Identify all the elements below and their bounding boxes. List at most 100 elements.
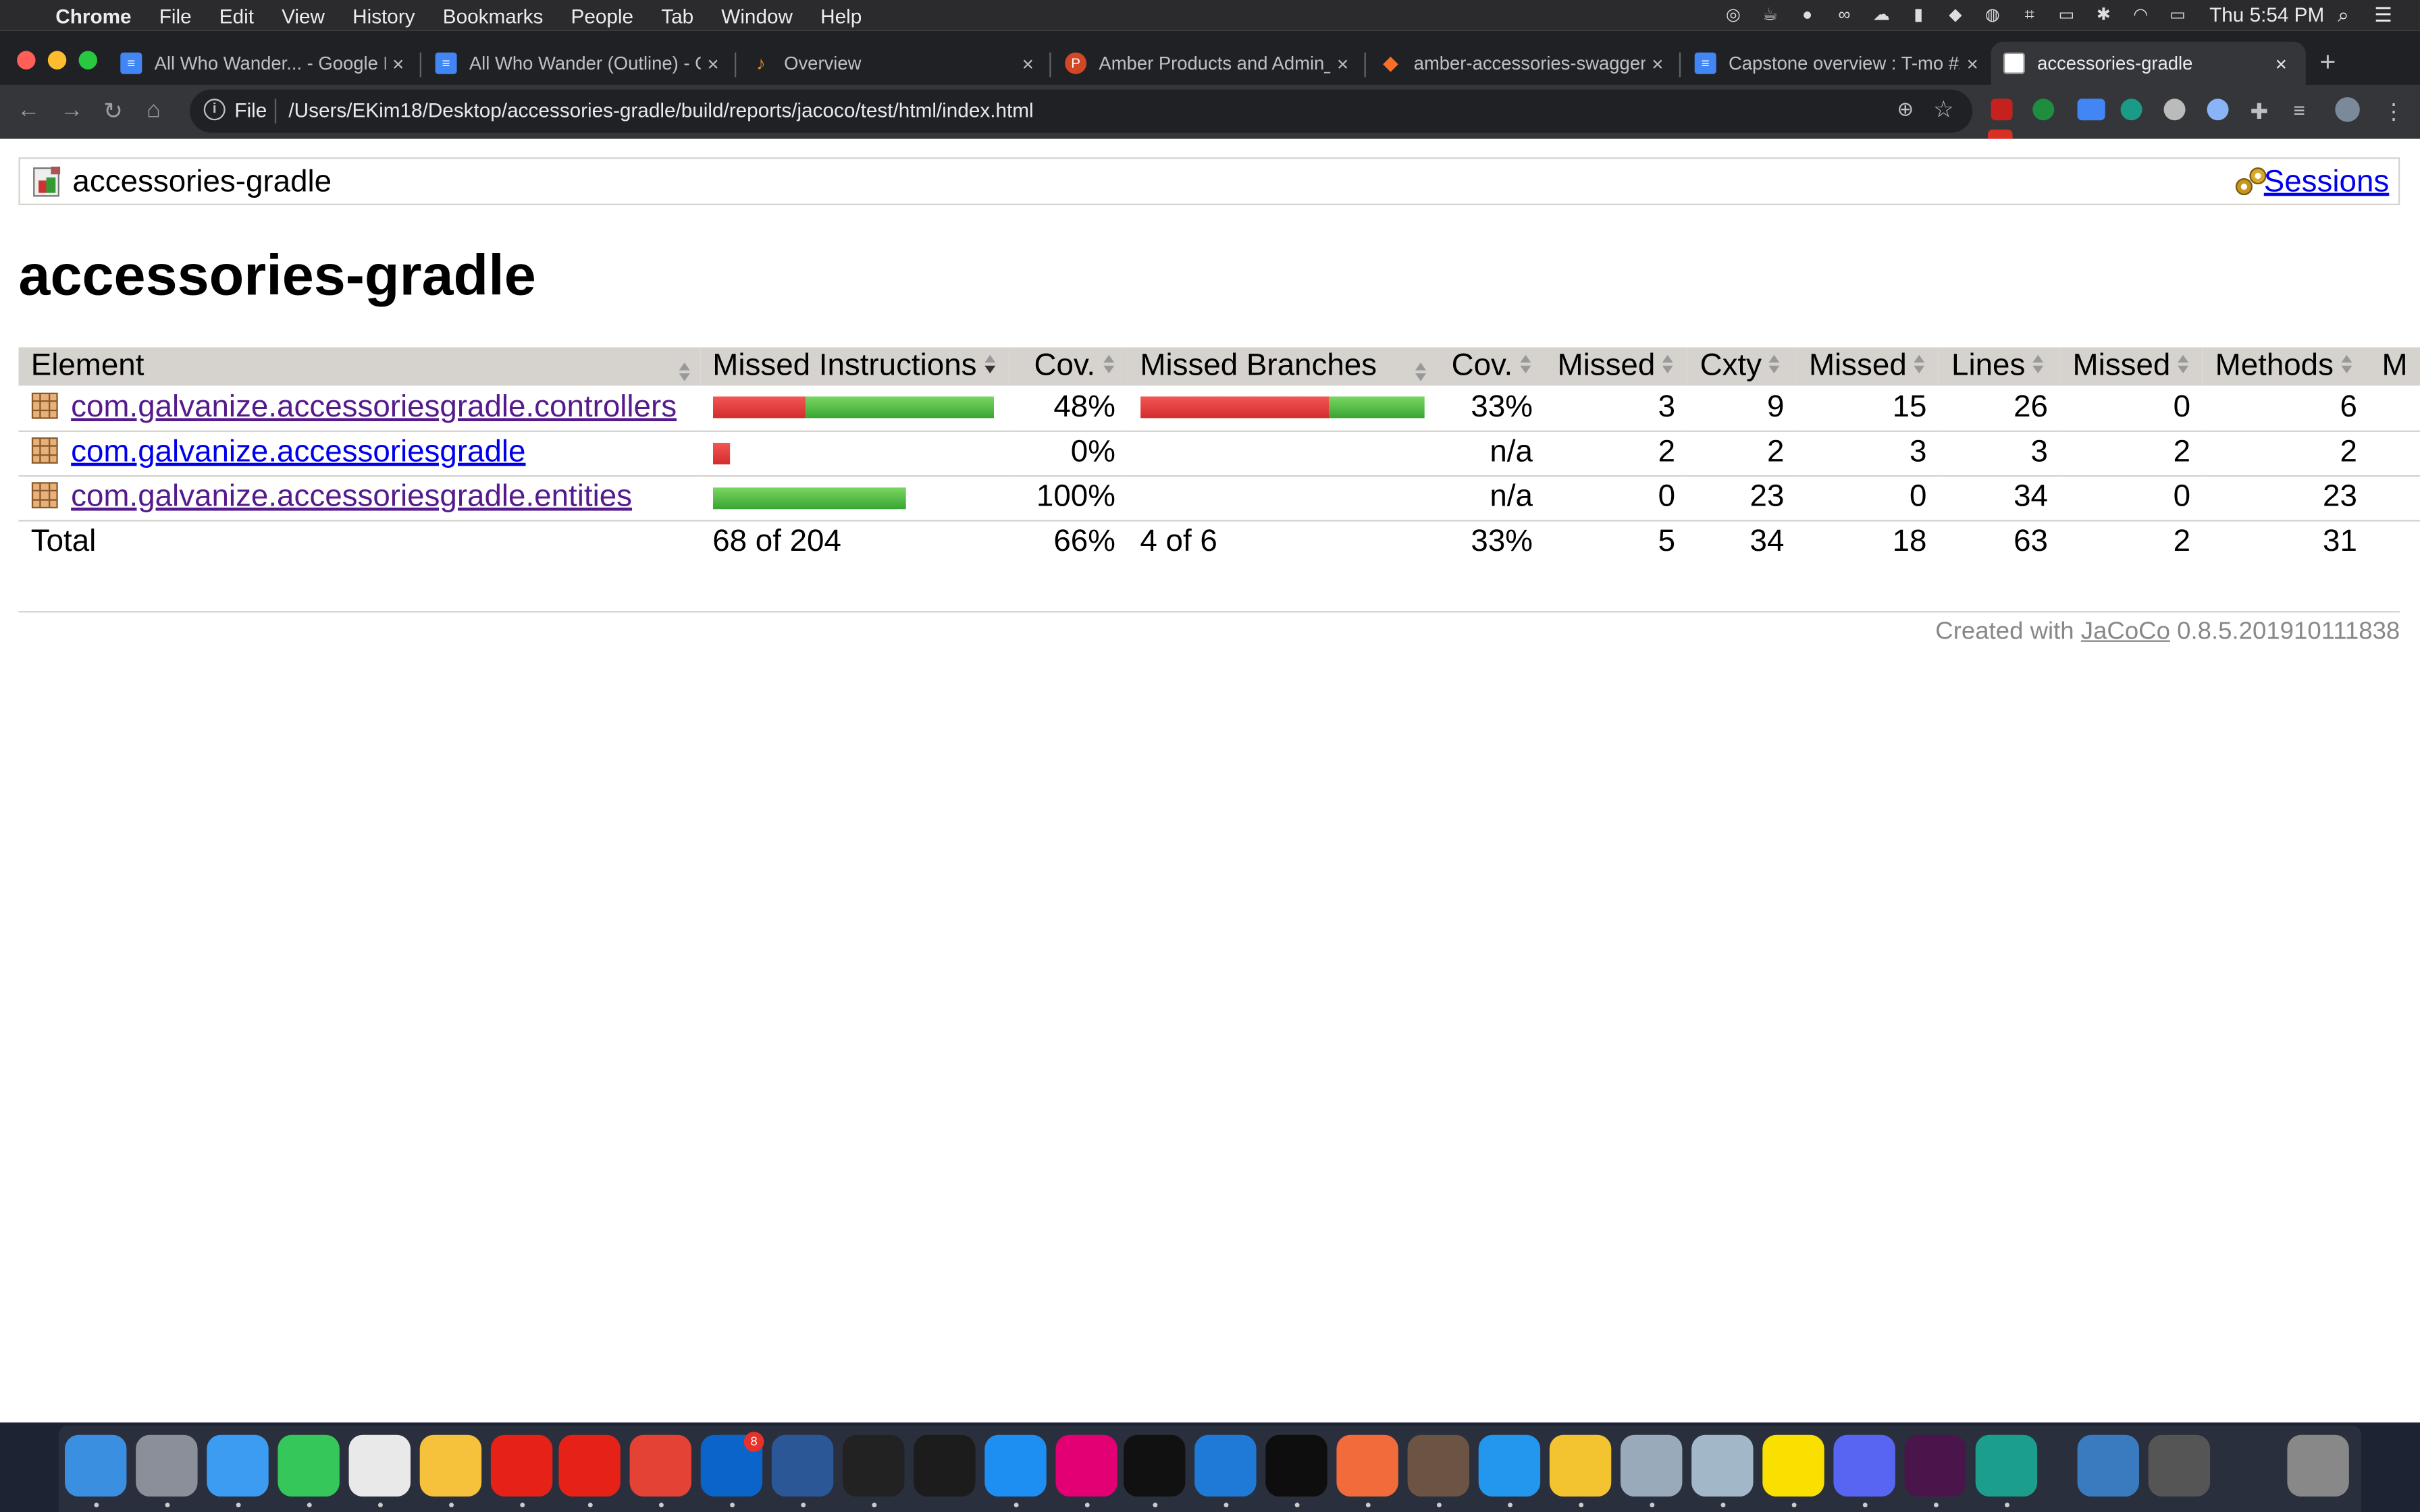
package-link[interactable]: com.galvanize.accessoriesgradle.entities — [71, 480, 632, 514]
notification-center-icon[interactable]: ☰ — [2374, 3, 2392, 28]
tab-amber-swagger[interactable]: ◆ amber-accessories-swagger × — [1373, 42, 1676, 85]
dock-postman-icon[interactable] — [1336, 1434, 1398, 1497]
dock-gmail-icon[interactable] — [629, 1434, 691, 1497]
dock-vs-code-icon[interactable] — [1194, 1434, 1257, 1497]
col-cxty[interactable]: Cxty — [1687, 347, 1797, 386]
tab-google-doc-1[interactable]: ≡ All Who Wander... - Google Do × — [114, 42, 417, 85]
reload-button[interactable]: ↻ — [103, 97, 123, 125]
close-window-button[interactable] — [17, 51, 36, 70]
dock-docker-icon[interactable] — [1478, 1434, 1541, 1497]
zoom-window-button[interactable] — [78, 51, 97, 70]
dock-word-icon[interactable] — [771, 1434, 834, 1497]
tab-close-icon[interactable]: × — [1330, 52, 1355, 75]
dock-keep-icon[interactable] — [419, 1434, 482, 1497]
zoom-icon[interactable]: ⊕ — [1897, 97, 1914, 122]
minimize-window-button[interactable] — [47, 51, 67, 70]
menu-view[interactable]: View — [282, 4, 325, 27]
dock-chrome-icon[interactable] — [348, 1434, 411, 1497]
dock-launchpad-icon[interactable] — [136, 1434, 198, 1497]
chrome-menu-icon[interactable]: ⋮ — [2383, 99, 2404, 124]
home-button[interactable]: ⌂ — [147, 97, 161, 124]
dock-kindle-icon[interactable] — [842, 1434, 905, 1497]
col-methods[interactable]: Methods — [2203, 347, 2370, 386]
status-icon[interactable]: ☕ — [1760, 6, 1781, 24]
tab-amber-products[interactable]: P Amber Products and Admin_w × — [1059, 42, 1361, 85]
status-icon[interactable]: ◎ — [1722, 6, 1744, 24]
record-extension-icon[interactable] — [2163, 99, 2186, 121]
col-instr-cov[interactable]: Cov. — [1009, 347, 1128, 386]
spotlight-icon[interactable]: ⌕ — [2338, 3, 2349, 28]
dock-intellij-idea-icon[interactable] — [1265, 1434, 1327, 1497]
dock-youtube-icon[interactable] — [490, 1434, 553, 1497]
menu-help[interactable]: Help — [820, 4, 862, 27]
dock-downloads-icon[interactable] — [2077, 1434, 2139, 1497]
address-bar[interactable]: i File /Users/EKim18/Desktop/accessories… — [190, 89, 1973, 133]
menu-history[interactable]: History — [352, 4, 415, 27]
col-missed-cxty[interactable]: Missed — [1545, 347, 1688, 386]
dock-cyberduck-icon[interactable] — [1549, 1434, 1612, 1497]
dock-finder-icon[interactable] — [64, 1434, 127, 1497]
dock-messages-icon[interactable] — [207, 1434, 269, 1497]
grammarly-extension-icon[interactable] — [2120, 99, 2142, 121]
bluetooth-icon[interactable]: ✱ — [2093, 6, 2114, 24]
dock-discord-icon[interactable] — [1833, 1434, 1895, 1497]
tab-close-icon[interactable]: × — [2269, 52, 2294, 75]
dock-safari-icon[interactable] — [1975, 1434, 2038, 1497]
airplay-icon[interactable]: ▭ — [2056, 6, 2078, 24]
dock-keychain-icon[interactable] — [1620, 1434, 1683, 1497]
col-element[interactable]: Element — [18, 347, 700, 386]
dock-slack-icon[interactable] — [1904, 1434, 1966, 1497]
dock-app-store-icon[interactable] — [984, 1434, 1047, 1497]
dock-facetime-icon[interactable] — [278, 1434, 340, 1497]
alert-icon[interactable]: ◆ — [1945, 6, 1966, 24]
menu-bookmarks[interactable]: Bookmarks — [443, 4, 544, 27]
glasses-icon[interactable]: ∞ — [1833, 6, 1855, 24]
col-missed-lines[interactable]: Missed — [1796, 347, 1939, 386]
wifi-icon[interactable]: ◠ — [2130, 6, 2151, 24]
tab-close-icon[interactable]: × — [701, 52, 726, 75]
bookmark-star-icon[interactable]: ☆ — [1933, 96, 1954, 124]
col-lines[interactable]: Lines — [1939, 347, 2061, 386]
hangouts-extension-icon[interactable] — [2032, 99, 2055, 121]
chat-icon[interactable]: ● — [1797, 6, 1818, 24]
sessions-link[interactable]: Sessions — [2264, 165, 2389, 201]
tab-accessories-gradle[interactable]: accessories-gradle × — [1991, 41, 2306, 85]
dock-quicktime-icon[interactable] — [914, 1434, 976, 1497]
new-tab-button[interactable]: + — [2319, 47, 2336, 79]
extension-icon[interactable] — [2207, 99, 2229, 121]
url-text[interactable]: /Users/EKim18/Desktop/accessories-gradle… — [288, 99, 1033, 122]
tab-close-icon[interactable]: × — [1016, 52, 1041, 75]
media-control-icon[interactable]: ≡ — [2294, 99, 2315, 122]
package-link[interactable]: com.galvanize.accessoriesgradle — [71, 435, 525, 469]
tab-overview[interactable]: ♪ Overview × — [744, 42, 1047, 85]
menu-tab[interactable]: Tab — [661, 4, 693, 27]
tool-icon[interactable]: ◍ — [1982, 6, 2003, 24]
forward-button[interactable]: → — [60, 97, 83, 124]
tab-close-icon[interactable]: × — [386, 52, 411, 75]
menu-window[interactable]: Window — [721, 4, 793, 27]
calendar-extension-icon[interactable] — [2077, 99, 2105, 121]
dock-t-mobile-icon[interactable] — [1055, 1434, 1117, 1497]
back-button[interactable]: ← — [17, 97, 40, 124]
col-missed-methods[interactable]: Missed — [2060, 347, 2203, 386]
menubar-clock[interactable]: Thu 5:54 PM — [2209, 3, 2324, 26]
binoculars-icon[interactable]: ⌗ — [2019, 6, 2041, 24]
profile-avatar[interactable] — [2335, 97, 2360, 122]
dock-preview-icon[interactable] — [2148, 1434, 2211, 1497]
menu-edit[interactable]: Edit — [219, 4, 254, 27]
site-info-icon[interactable]: i — [203, 99, 226, 121]
package-link[interactable]: com.galvanize.accessoriesgradle.controll… — [71, 390, 677, 424]
menu-app-name[interactable]: Chrome — [55, 4, 131, 27]
battery-icon[interactable]: ▭ — [2167, 6, 2188, 24]
col-missed-branches[interactable]: Missed Branches — [1128, 347, 1437, 386]
col-missed-classes[interactable]: M — [2369, 347, 2420, 386]
dock-omnifocus-icon[interactable] — [1691, 1434, 1754, 1497]
tab-close-icon[interactable]: × — [1646, 52, 1671, 75]
col-branch-cov[interactable]: Cov. — [1436, 347, 1546, 386]
cloud-icon[interactable]: ☁ — [1870, 6, 1892, 24]
dock-youtube-music-icon[interactable] — [558, 1434, 621, 1497]
dock-bear-icon[interactable] — [1407, 1434, 1469, 1497]
menu-file[interactable]: File — [159, 4, 192, 27]
dock-kakaotalk-icon[interactable] — [1762, 1434, 1824, 1497]
dock-trash-icon[interactable] — [2287, 1434, 2349, 1497]
